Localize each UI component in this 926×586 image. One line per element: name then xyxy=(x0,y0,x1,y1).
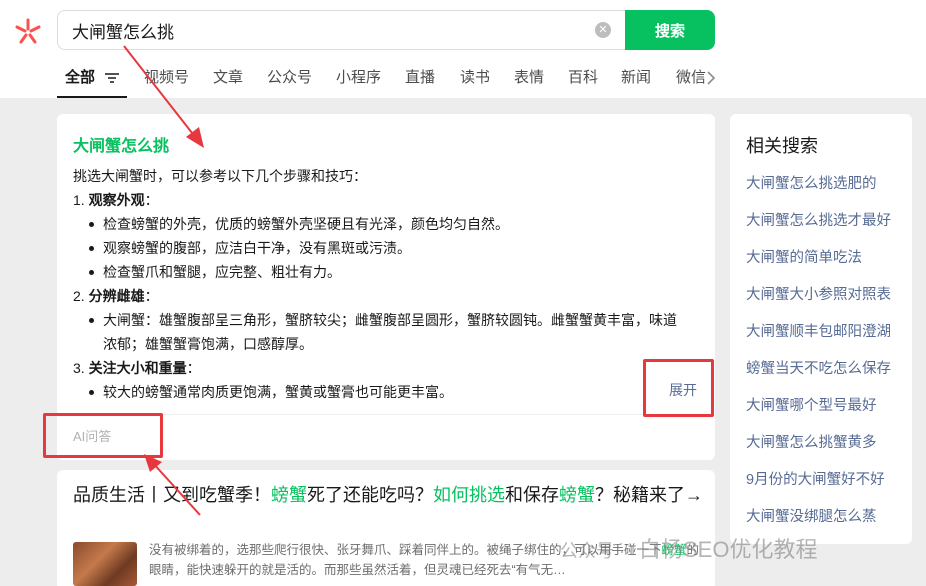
filter-icon[interactable] xyxy=(105,73,120,83)
related-searches: 相关搜索 大闸蟹怎么挑选肥的 大闸蟹怎么挑选才最好 大闸蟹的简单吃法 大闸蟹大小… xyxy=(730,114,912,544)
section-heading: 关注大小和重量 xyxy=(88,360,187,376)
annotation-box-expand xyxy=(643,359,714,417)
related-search-item[interactable]: 9月份的大闸蟹好不好 xyxy=(746,468,891,505)
related-search-item[interactable]: 大闸蟹怎么挑选肥的 xyxy=(746,172,891,209)
article-title[interactable]: 品质生活丨又到吃蟹季！螃蟹死了还能吃吗？如何挑选和保存螃蟹？秘籍来了→ xyxy=(73,482,703,508)
section-colon: ： xyxy=(144,288,159,304)
related-search-item[interactable]: 大闸蟹的简单吃法 xyxy=(746,246,891,283)
section-number: 2. xyxy=(73,288,89,304)
tab-mini-programs[interactable]: 小程序 xyxy=(336,66,381,98)
ai-answer-title[interactable]: 大闸蟹怎么挑 xyxy=(73,132,169,156)
related-search-item[interactable]: 大闸蟹怎么挑蟹黄多 xyxy=(746,431,891,468)
tab-wechat[interactable]: 微信 xyxy=(676,66,706,98)
chevron-right-icon[interactable] xyxy=(704,70,718,86)
title-highlight: 如何挑选 xyxy=(433,485,505,505)
article-result[interactable]: 品质生活丨又到吃蟹季！螃蟹死了还能吃吗？如何挑选和保存螃蟹？秘籍来了→ 没有被绑… xyxy=(57,470,715,586)
search-box: ✕ xyxy=(57,10,627,50)
list-item: 较大的螃蟹通常肉质更饱满，蟹黄或蟹膏也可能更丰富。 xyxy=(87,380,693,404)
bullet-list: 较大的螃蟹通常肉质更饱满，蟹黄或蟹膏也可能更丰富。 xyxy=(73,380,693,404)
tab-stickers[interactable]: 表情 xyxy=(514,66,544,98)
title-text: ？秘籍来了→ xyxy=(595,485,703,505)
ai-answer-section: 3. 关注大小和重量： xyxy=(73,356,693,380)
title-text: 和保存 xyxy=(505,485,559,505)
related-search-item[interactable]: 大闸蟹怎么挑选才最好 xyxy=(746,209,891,246)
tab-label: 全部 xyxy=(65,69,96,86)
bullet-list: 大闸蟹：雄蟹腹部呈三角形，蟹脐较尖；雌蟹腹部呈圆形，蟹脐较圆钝。雌蟹蟹黄丰富，味… xyxy=(73,308,693,356)
ai-answer-section: 1. 观察外观： xyxy=(73,188,693,212)
related-search-item[interactable]: 螃蟹当天不吃怎么保存 xyxy=(746,357,891,394)
related-search-item[interactable]: 大闸蟹大小参照对照表 xyxy=(746,283,891,320)
tab-articles[interactable]: 文章 xyxy=(213,66,243,98)
tab-official-accounts[interactable]: 公众号 xyxy=(267,66,312,98)
tab-books[interactable]: 读书 xyxy=(460,66,490,98)
top-bar: ✕ 搜索 全部 视频号 文章 公众号 小程序 直播 读书 表情 百科 新闻 微信 xyxy=(0,0,926,98)
search-tabs: 全部 视频号 文章 公众号 小程序 直播 读书 表情 百科 新闻 微信 xyxy=(57,66,717,98)
section-heading: 分辨雌雄 xyxy=(88,288,145,304)
search-input[interactable] xyxy=(72,11,572,49)
related-search-item[interactable]: 大闸蟹顺丰包邮阳澄湖 xyxy=(746,320,891,357)
tab-live[interactable]: 直播 xyxy=(405,66,435,98)
tab-news[interactable]: 新闻 xyxy=(621,66,651,98)
section-colon: ： xyxy=(186,360,201,376)
tab-all[interactable]: 全部 xyxy=(57,66,128,98)
bullet-list: 检查螃蟹的外壳，优质的螃蟹外壳坚硬且有光泽，颜色均匀自然。 观察螃蟹的腹部，应洁… xyxy=(73,212,693,284)
clear-icon[interactable]: ✕ xyxy=(595,22,611,38)
title-highlight: 螃蟹 xyxy=(559,485,595,505)
list-item: 大闸蟹：雄蟹腹部呈三角形，蟹脐较尖；雌蟹腹部呈圆形，蟹脐较圆钝。雌蟹蟹黄丰富，味… xyxy=(87,308,687,356)
annotation-box-ai-label xyxy=(43,413,163,458)
ai-answer-section: 2. 分辨雌雄： xyxy=(73,284,693,308)
tab-encyclopedia[interactable]: 百科 xyxy=(568,66,598,98)
title-text: 品质生活丨又到吃蟹季！ xyxy=(73,485,271,505)
section-number: 3. xyxy=(73,360,89,376)
title-highlight: 螃蟹 xyxy=(271,485,307,505)
search-button[interactable]: 搜索 xyxy=(625,10,715,50)
list-item: 观察螃蟹的腹部，应洁白干净，没有黑斑或污渍。 xyxy=(87,236,693,260)
related-searches-list: 大闸蟹怎么挑选肥的 大闸蟹怎么挑选才最好 大闸蟹的简单吃法 大闸蟹大小参照对照表… xyxy=(746,172,891,542)
ai-answer-body: 挑选大闸蟹时，可以参考以下几个步骤和技巧： 1. 观察外观： 检查螃蟹的外壳，优… xyxy=(73,164,693,404)
ai-answer-card: 大闸蟹怎么挑 挑选大闸蟹时，可以参考以下几个步骤和技巧： 1. 观察外观： 检查… xyxy=(57,114,715,460)
section-colon: ： xyxy=(144,192,159,208)
watermark: 公众号 · 白杨SEO优化教程 xyxy=(560,532,817,564)
ai-answer-intro: 挑选大闸蟹时，可以参考以下几个步骤和技巧： xyxy=(73,168,367,184)
watermark-name: 白杨SEO优化教程 xyxy=(639,537,818,562)
list-item: 检查螃蟹的外壳，优质的螃蟹外壳坚硬且有光泽，颜色均匀自然。 xyxy=(87,212,693,236)
list-item: 检查蟹爪和蟹腿，应完整、粗壮有力。 xyxy=(87,260,693,284)
watermark-prefix: 公众号 · xyxy=(560,541,625,561)
section-number: 1. xyxy=(73,192,89,208)
tab-channels[interactable]: 视频号 xyxy=(144,66,189,98)
related-search-item[interactable]: 大闸蟹哪个型号最好 xyxy=(746,394,891,431)
section-heading: 观察外观 xyxy=(88,192,145,208)
related-searches-title: 相关搜索 xyxy=(746,136,818,156)
wechat-search-logo-icon[interactable] xyxy=(14,18,42,44)
title-text: 死了还能吃吗？ xyxy=(307,485,433,505)
article-thumbnail[interactable] xyxy=(73,542,137,586)
